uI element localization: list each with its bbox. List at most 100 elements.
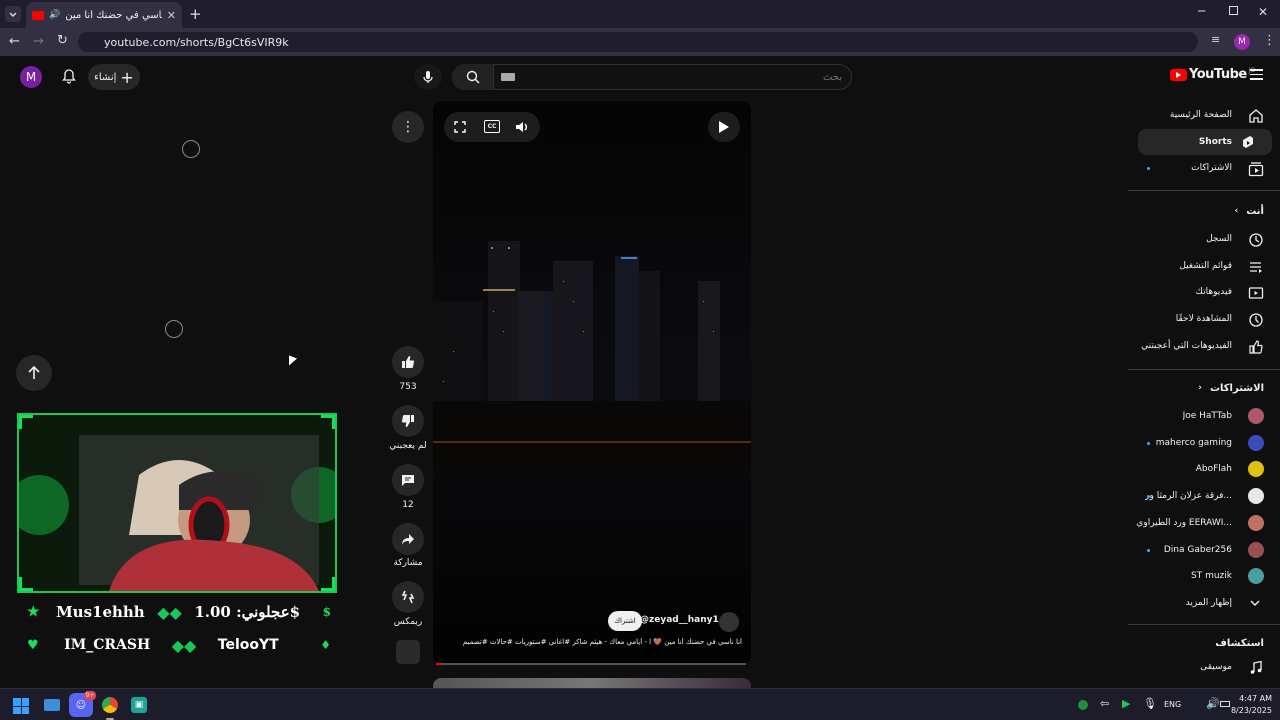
- channel-label: فرقة عزلان الرمثا ور...: [1145, 491, 1232, 502]
- dollar-icon: $: [322, 605, 331, 619]
- stream-alert-row-2: ♥ IM_CRASH ◆◆ TelooYT ♦: [17, 633, 337, 657]
- channel-label: ورد الطيراوي EERAWI...: [1136, 517, 1232, 528]
- video-progress-track[interactable]: [436, 663, 746, 665]
- sidebar-item-watch-later[interactable]: المشاهدة لاحقًا: [1130, 306, 1280, 332]
- browser-menu-icon[interactable]: ⋮: [1263, 33, 1276, 48]
- account-avatar[interactable]: M: [20, 66, 42, 88]
- search-button[interactable]: [452, 64, 494, 90]
- sidebar-item-label: الصفحة الرئيسية: [1169, 110, 1232, 120]
- search-input[interactable]: [520, 67, 842, 87]
- clock-time[interactable]: 4:47 AM: [1232, 694, 1272, 703]
- restore-window-button[interactable]: [1229, 6, 1238, 15]
- like-button[interactable]: [392, 346, 424, 378]
- playlist-icon: [1248, 259, 1264, 275]
- forward-icon[interactable]: →: [33, 34, 44, 49]
- play-button[interactable]: [708, 112, 740, 142]
- shorts-video-player[interactable]: [433, 101, 751, 665]
- tray-icon[interactable]: ⇦: [1100, 697, 1109, 710]
- create-label: إنشاء: [94, 71, 117, 83]
- sidebar-item-home[interactable]: الصفحة الرئيسية: [1130, 102, 1280, 128]
- watch-later-icon: [1248, 312, 1264, 328]
- music-icon: [1248, 660, 1264, 676]
- tray-mic-icon[interactable]: 🎙: [1143, 697, 1157, 710]
- tab-list-button[interactable]: [5, 6, 21, 22]
- remix-label: ريمكس: [393, 617, 423, 627]
- sidebar-subscription[interactable]: ST muzik: [1130, 563, 1280, 589]
- player-controls: CC: [444, 112, 540, 142]
- sidebar-item-playlist[interactable]: قوائم التشغيل: [1130, 253, 1280, 279]
- subscribe-button[interactable]: اشتراك: [608, 611, 642, 631]
- youtube-wordmark: YouTube: [1189, 67, 1247, 82]
- channel-name[interactable]: @zeyad__hany1: [640, 615, 719, 625]
- browser-tab-active[interactable]: 🔊 أنا ناسي في حضنك أنا مين 🤎 ✕: [26, 2, 182, 28]
- chrome-icon[interactable]: [102, 697, 118, 713]
- youtube-logo[interactable]: YouTube JO: [1170, 67, 1255, 82]
- close-tab-icon[interactable]: ✕: [167, 9, 176, 22]
- sidebar-subscription[interactable]: Joe HaTTab: [1130, 403, 1280, 429]
- tray-play-icon[interactable]: ▶: [1122, 697, 1130, 710]
- webcam-frame-corner: [321, 577, 335, 591]
- sidebar-item-shorts[interactable]: Shorts: [1138, 128, 1272, 155]
- sidebar-subscription[interactable]: Dina Gaber256: [1130, 537, 1280, 563]
- file-explorer-icon[interactable]: [44, 699, 60, 711]
- sidebar-item-subscriptions[interactable]: الاشتراكات: [1130, 155, 1280, 181]
- comment-icon: [402, 475, 414, 486]
- sidebar-subscription[interactable]: فرقة عزلان الرمثا ور...: [1130, 483, 1280, 509]
- sidebar-subscription[interactable]: AboFlah: [1130, 456, 1280, 482]
- windows-start-icon[interactable]: [13, 698, 29, 714]
- webcam-frame-corner: [19, 415, 33, 429]
- audio-playing-icon[interactable]: 🔊: [49, 10, 60, 20]
- sidebar-item-history[interactable]: السجل: [1130, 226, 1280, 252]
- star-icon: ★: [27, 604, 40, 620]
- sidebar-item-label: السجل: [1206, 234, 1232, 244]
- app-icon[interactable]: ▣: [131, 697, 147, 713]
- language-indicator[interactable]: ENG: [1164, 700, 1181, 709]
- url-field[interactable]: youtube.com/shorts/BgCt6sVIR9k: [78, 32, 1198, 52]
- media-controls-icon[interactable]: ≡: [1211, 33, 1220, 46]
- video-caption: أنا ناسي في حضنك أنا مين 🤎 ا - أيامي معا…: [462, 638, 742, 646]
- speaker-icon[interactable]: 🔊: [1206, 697, 1220, 710]
- dislike-button[interactable]: [392, 405, 424, 437]
- donation-text: عجلوني: 1.00$: [194, 603, 301, 621]
- sidebar-item-your-videos[interactable]: فيديوهاتك: [1130, 279, 1280, 305]
- channel-avatar[interactable]: [719, 612, 739, 632]
- sound-thumbnail[interactable]: [396, 640, 420, 664]
- browser-profile-avatar[interactable]: M: [1234, 34, 1250, 50]
- back-icon[interactable]: ←: [9, 34, 20, 49]
- previous-short-button[interactable]: [16, 355, 52, 391]
- reload-icon[interactable]: ↻: [57, 33, 68, 48]
- show-more-button[interactable]: إظهار المزيد: [1130, 590, 1280, 616]
- remix-button[interactable]: [392, 581, 424, 613]
- loading-spinner-icon: [182, 140, 200, 158]
- guide-menu-icon[interactable]: [1250, 69, 1263, 80]
- sidebar-item-like[interactable]: الفيديوهات التي أعجبتني: [1130, 333, 1280, 359]
- new-tab-button[interactable]: +: [189, 5, 202, 23]
- clock-date[interactable]: 8/23/2025: [1222, 706, 1272, 715]
- comments-button[interactable]: [392, 464, 424, 496]
- share-label: مشاركة: [393, 558, 423, 568]
- minimize-window-button[interactable]: ─: [1198, 4, 1205, 18]
- tray-status-icon[interactable]: [1078, 700, 1088, 710]
- sidebar-item-music[interactable]: موسيقى: [1130, 654, 1280, 680]
- arrow-up-icon: [28, 366, 40, 379]
- sidebar-item-label: الاشتراكات: [1191, 163, 1232, 174]
- volume-icon[interactable]: [514, 119, 530, 135]
- next-short-preview[interactable]: [433, 678, 751, 688]
- share-button[interactable]: [392, 523, 424, 555]
- video-progress-fill: [436, 663, 443, 665]
- keyboard-icon[interactable]: [501, 73, 515, 81]
- more-options-button[interactable]: ⋮: [392, 111, 424, 143]
- fullscreen-icon[interactable]: [452, 119, 468, 135]
- you-section-header[interactable]: ‹ أنت: [1235, 206, 1265, 217]
- subscriber-name: IM_CRASH: [64, 637, 151, 653]
- subscriptions-section-header[interactable]: › الاشتراكات: [1198, 383, 1264, 394]
- notifications-bell-icon[interactable]: [60, 67, 78, 85]
- create-button[interactable]: إنشاء +: [88, 64, 140, 90]
- closed-captions-icon[interactable]: CC: [484, 120, 500, 133]
- divider: [1128, 190, 1280, 191]
- close-window-button[interactable]: ✕: [1258, 5, 1268, 19]
- voice-search-button[interactable]: [414, 64, 442, 90]
- sidebar-subscription[interactable]: maherco gaming: [1130, 430, 1280, 456]
- sidebar-subscription[interactable]: ورد الطيراوي EERAWI...: [1130, 510, 1280, 536]
- channel-avatar: [1248, 541, 1264, 558]
